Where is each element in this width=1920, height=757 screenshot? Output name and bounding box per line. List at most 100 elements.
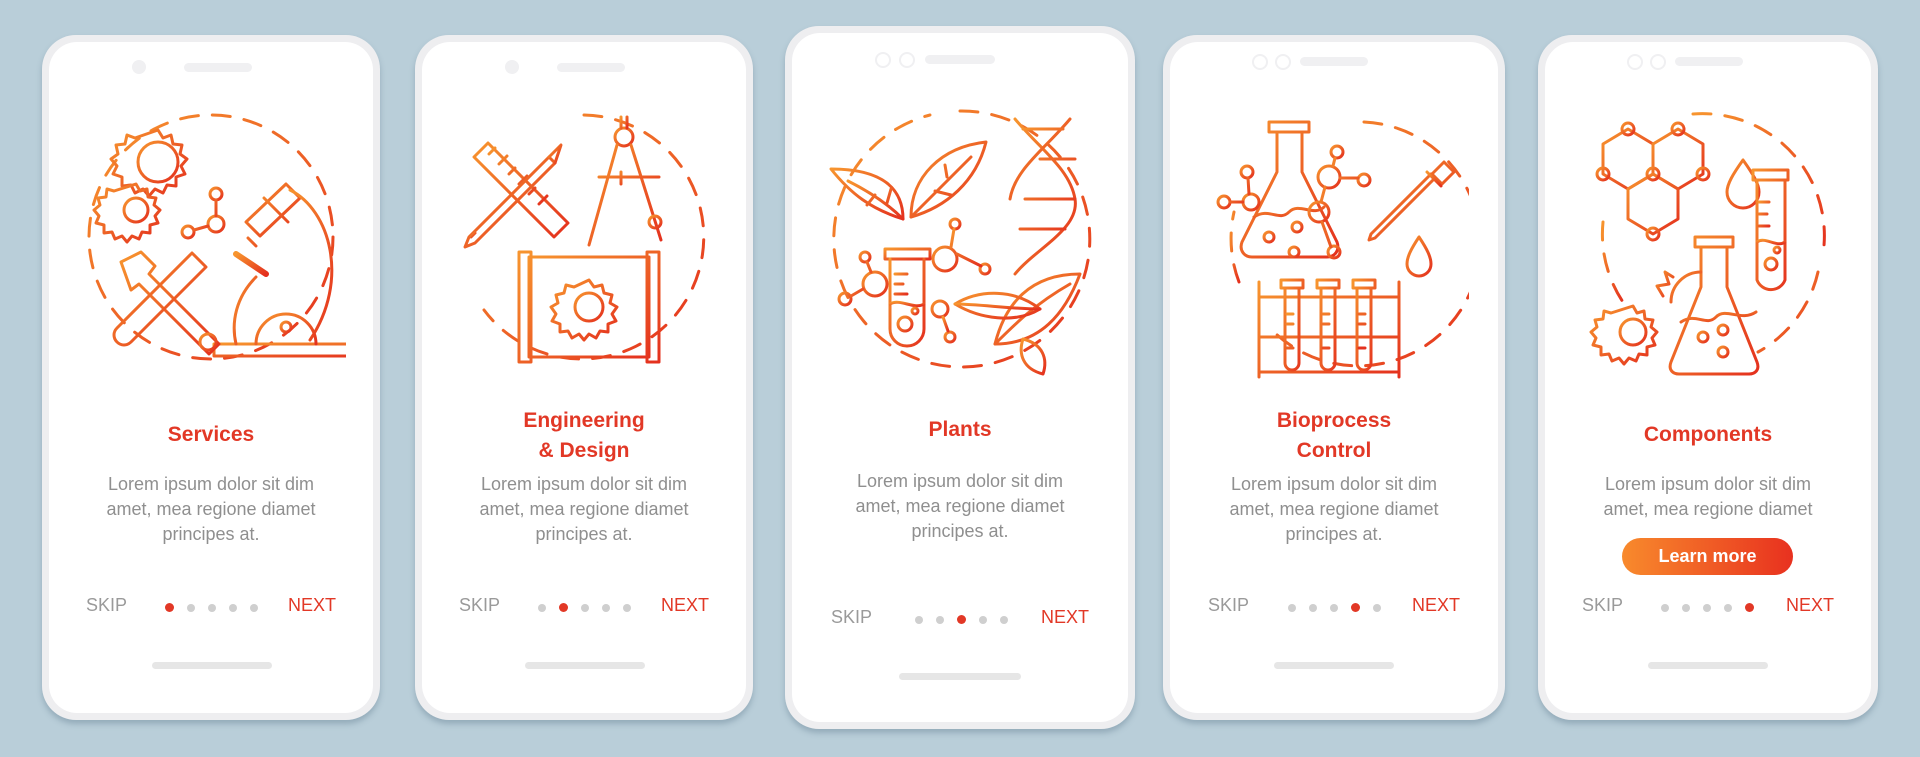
home-indicator [152, 662, 272, 669]
description-line: principes at. [911, 521, 1009, 541]
next-button[interactable]: NEXT [661, 595, 709, 616]
engineering-illustration-icon [422, 102, 746, 382]
page-dot[interactable] [1330, 603, 1338, 612]
description-line: amet, mea regione diamet [106, 499, 316, 519]
next-button[interactable]: NEXT [1412, 595, 1460, 616]
description-line: principes at. [1285, 524, 1383, 544]
skip-button[interactable]: SKIP [1582, 595, 1623, 616]
description-line: Lorem ipsum dolor sit dim [1230, 474, 1438, 494]
description-line: amet, mea regione diamet [479, 499, 689, 519]
screen-description: Lorem ipsum dolor sit dim amet, mea regi… [442, 472, 726, 547]
title-line: Components [1643, 423, 1773, 446]
title-line: Plants [928, 418, 992, 441]
page-dot[interactable] [1309, 603, 1317, 612]
camera-icon [1252, 54, 1268, 70]
page-dot-active[interactable] [1351, 603, 1360, 612]
speaker-grille [184, 63, 252, 72]
pagination-dots [538, 603, 631, 612]
page-dot-active[interactable] [165, 603, 174, 612]
page-dot[interactable] [1373, 603, 1381, 612]
page-dot[interactable] [623, 603, 631, 612]
title-line: Bioprocess [1276, 409, 1392, 432]
description-line: amet, mea regione diamet [1603, 499, 1813, 519]
bioprocess-illustration-icon [1170, 102, 1498, 382]
next-button[interactable]: NEXT [288, 595, 336, 616]
onboarding-screen-bioprocess-control: Bioprocess Control Lorem ipsum dolor sit… [1163, 35, 1505, 720]
page-dot[interactable] [936, 615, 944, 624]
speaker-grille [925, 55, 995, 64]
screen-title: Components [1545, 420, 1871, 450]
description-line: amet, mea regione diamet [855, 496, 1065, 516]
page-dot[interactable] [581, 603, 589, 612]
pagination-dots [1288, 603, 1381, 612]
page-dot[interactable] [915, 615, 923, 624]
components-illustration-icon [1545, 102, 1871, 382]
sensor-icon [1650, 54, 1666, 70]
page-dot[interactable] [1000, 615, 1008, 624]
screen-description: Lorem ipsum dolor sit dim amet, mea regi… [69, 472, 353, 547]
description-line: Lorem ipsum dolor sit dim [1604, 474, 1812, 494]
pagination-dots [915, 615, 1008, 624]
phone-screen: Engineering & Design Lorem ipsum dolor s… [422, 42, 746, 713]
page-dot[interactable] [250, 603, 258, 612]
page-dot[interactable] [1288, 603, 1296, 612]
skip-button[interactable]: SKIP [1208, 595, 1249, 616]
screen-title: Bioprocess Control [1170, 406, 1498, 466]
page-dot[interactable] [979, 615, 987, 624]
camera-icon [875, 52, 891, 68]
onboarding-screen-services: Services Lorem ipsum dolor sit dim amet,… [42, 35, 380, 720]
skip-button[interactable]: SKIP [86, 595, 127, 616]
phone-screen: Bioprocess Control Lorem ipsum dolor sit… [1170, 42, 1498, 713]
camera-icon [132, 60, 146, 74]
screen-title: Plants [792, 415, 1128, 445]
screen-description: Lorem ipsum dolor sit dim amet, mea regi… [1190, 472, 1478, 547]
description-line: principes at. [535, 524, 633, 544]
onboarding-screen-plants: Plants Lorem ipsum dolor sit dim amet, m… [785, 26, 1135, 729]
page-dot[interactable] [1703, 603, 1711, 612]
next-button[interactable]: NEXT [1786, 595, 1834, 616]
page-dot[interactable] [602, 603, 610, 612]
page-dot[interactable] [208, 603, 216, 612]
page-dot-active[interactable] [957, 615, 966, 624]
plants-illustration-icon [792, 99, 1128, 379]
phone-screen: Components Lorem ipsum dolor sit dim ame… [1545, 42, 1871, 713]
home-indicator [525, 662, 645, 669]
page-dot[interactable] [187, 603, 195, 612]
services-illustration-icon [49, 102, 373, 382]
page-dot-active[interactable] [1745, 603, 1754, 612]
page-dot[interactable] [229, 603, 237, 612]
title-line: & Design [538, 439, 630, 462]
phone-screen: Plants Lorem ipsum dolor sit dim amet, m… [792, 33, 1128, 722]
home-indicator [899, 673, 1021, 680]
page-dot[interactable] [538, 603, 546, 612]
description-line: Lorem ipsum dolor sit dim [480, 474, 688, 494]
camera-icon [505, 60, 519, 74]
description-line: amet, mea regione diamet [1229, 499, 1439, 519]
title-line: Engineering [523, 409, 645, 432]
learn-more-button[interactable]: Learn more [1622, 538, 1793, 575]
screen-title: Services [49, 420, 373, 450]
screen-title: Engineering & Design [422, 406, 746, 466]
page-dot[interactable] [1724, 603, 1732, 612]
home-indicator [1648, 662, 1768, 669]
camera-icon [1627, 54, 1643, 70]
pagination-dots [1661, 603, 1754, 612]
page-dot-active[interactable] [559, 603, 568, 612]
speaker-grille [557, 63, 625, 72]
description-line: Lorem ipsum dolor sit dim [107, 474, 315, 494]
next-button[interactable]: NEXT [1041, 607, 1089, 628]
description-line: principes at. [162, 524, 260, 544]
page-dot[interactable] [1682, 603, 1690, 612]
description-line: Lorem ipsum dolor sit dim [856, 471, 1064, 491]
page-dot[interactable] [1661, 603, 1669, 612]
phone-screen: Services Lorem ipsum dolor sit dim amet,… [49, 42, 373, 713]
sensor-icon [1275, 54, 1291, 70]
screen-description: Lorem ipsum dolor sit dim amet, mea regi… [1565, 472, 1851, 522]
speaker-grille [1300, 57, 1368, 66]
skip-button[interactable]: SKIP [831, 607, 872, 628]
sensor-icon [899, 52, 915, 68]
speaker-grille [1675, 57, 1743, 66]
pagination-dots [165, 603, 258, 612]
title-line: Control [1296, 439, 1372, 462]
skip-button[interactable]: SKIP [459, 595, 500, 616]
